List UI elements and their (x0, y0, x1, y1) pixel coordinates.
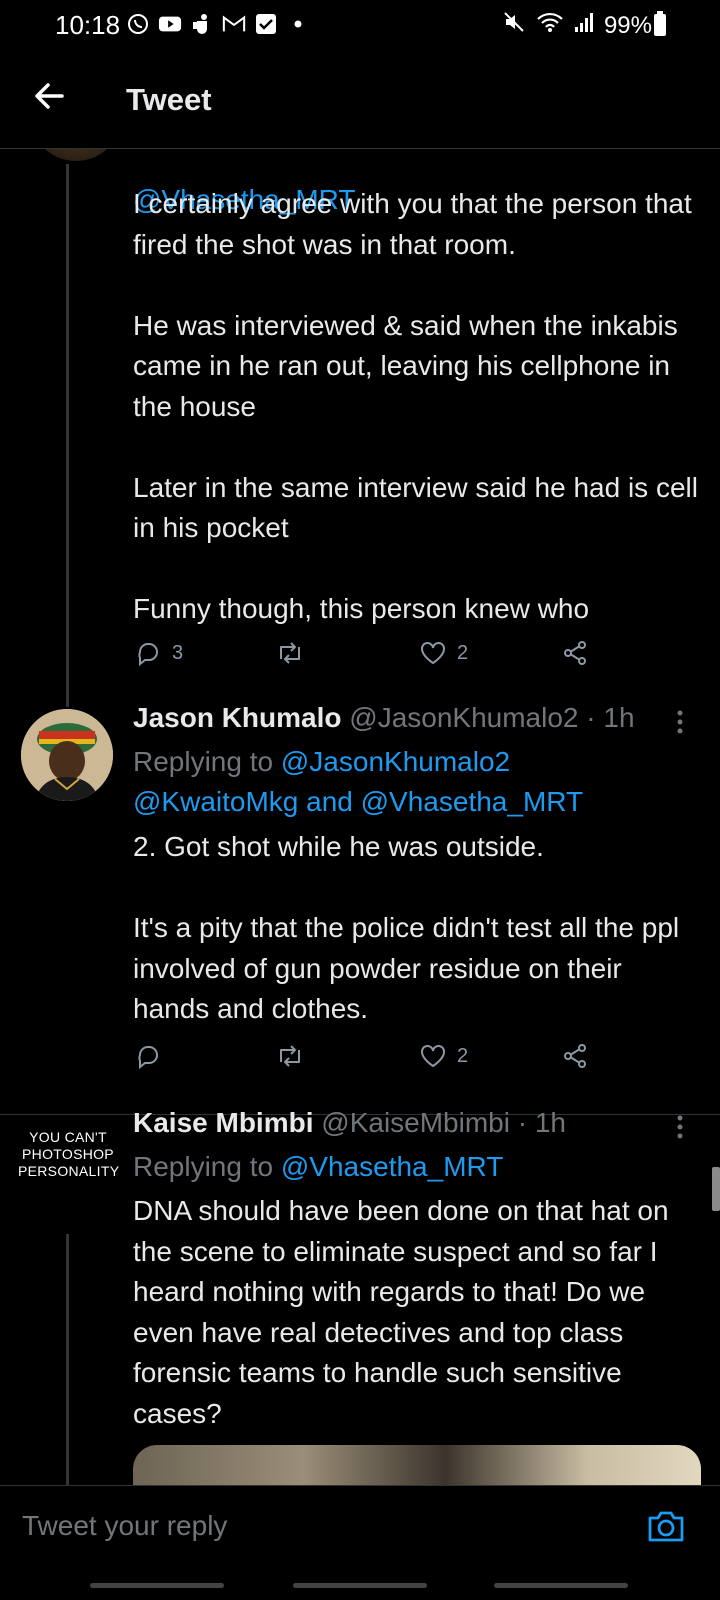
dot-icon (286, 12, 310, 36)
more-options-button[interactable] (676, 1114, 684, 1140)
camera-button[interactable] (646, 1506, 686, 1546)
status-bar: 10:18 99% (0, 0, 720, 52)
replying-mention[interactable]: @JasonKhumalo2 (281, 746, 510, 777)
tweet-author[interactable]: Jason Khumalo @JasonKhumalo2 · 1h (133, 702, 635, 734)
tweet-actions: 2 (134, 1042, 589, 1070)
reply-button[interactable]: 3 (134, 639, 274, 667)
notification-icons (126, 12, 310, 36)
replying-to: Replying to @JasonKhumalo2 (133, 746, 511, 777)
thread-line (66, 1234, 69, 1485)
more-vertical-icon (677, 1115, 683, 1139)
retweet-button[interactable] (274, 1042, 419, 1070)
teams-icon (190, 12, 214, 36)
avatar[interactable]: YOU CAN'T PHOTOSHOP PERSONALITY (18, 1129, 120, 1180)
status-time: 10:18 (55, 10, 121, 40)
comment-icon (138, 643, 158, 667)
avatar-logo-text: YOU CAN'T PHOTOSHOP PERSONALITY (18, 1129, 120, 1179)
author-handle: @JasonKhumalo2 · 1h (349, 702, 635, 733)
arrow-left-icon (35, 83, 64, 109)
battery-icon (654, 11, 666, 36)
system-icons: 99% (502, 10, 652, 41)
header: Tweet (0, 52, 720, 149)
replying-mention[interactable]: @Vhasetha_MRT (281, 1151, 503, 1182)
home-button[interactable] (293, 1583, 427, 1588)
tweet-author[interactable]: Kaise Mbimbi @KaiseMbimbi · 1h (133, 1107, 566, 1139)
tweet-thread[interactable]: @Vhasetha_MRT I certainly agree with you… (0, 149, 720, 1485)
scrollbar[interactable] (712, 1167, 720, 1211)
signal-icon (574, 11, 594, 40)
mute-icon (502, 10, 526, 41)
check-icon (254, 12, 278, 36)
share-button[interactable] (561, 1042, 589, 1070)
retweet-button[interactable] (274, 639, 419, 667)
recent-apps-button[interactable] (90, 1583, 224, 1588)
wifi-icon (536, 11, 564, 40)
retweet-icon (280, 642, 300, 664)
avatar[interactable] (30, 149, 122, 161)
system-nav-bar (0, 1565, 720, 1600)
author-name: Kaise Mbimbi (133, 1107, 314, 1138)
media-preview[interactable] (133, 1445, 701, 1485)
like-button[interactable]: 2 (419, 1042, 561, 1070)
tweet-text: I certainly agree with you that the pers… (133, 188, 698, 624)
gmail-icon (222, 12, 246, 36)
tweet-text: 2. Got shot while he was outside. It's a… (133, 831, 680, 1024)
retweet-icon (280, 1045, 300, 1067)
battery-percent: 99% (603, 11, 652, 39)
share-button[interactable] (561, 639, 589, 667)
back-nav-button[interactable] (494, 1583, 628, 1588)
camera-icon (648, 1511, 684, 1542)
thread-line (66, 164, 69, 707)
replying-to-line2[interactable]: @KwaitoMkg and @Vhasetha_MRT (133, 782, 693, 822)
heart-icon (421, 642, 445, 665)
reply-count: 3 (172, 641, 184, 664)
whatsapp-icon (126, 12, 150, 36)
more-vertical-icon (677, 710, 683, 734)
like-button[interactable]: 2 (419, 639, 561, 667)
author-handle: @KaiseMbimbi · 1h (321, 1107, 566, 1138)
youtube-icon (158, 12, 182, 36)
tweet-actions: 3 2 (134, 639, 589, 667)
back-button[interactable] (28, 74, 72, 118)
like-count: 2 (457, 1044, 469, 1067)
replying-to: Replying to @Vhasetha_MRT (133, 1151, 504, 1182)
reply-bar (0, 1485, 720, 1566)
like-count: 2 (457, 641, 469, 664)
heart-icon (421, 1045, 445, 1068)
author-name: Jason Khumalo (133, 702, 342, 733)
reply-input[interactable] (20, 1500, 624, 1552)
more-options-button[interactable] (676, 709, 684, 735)
reply-button[interactable] (134, 1042, 274, 1070)
page-title: Tweet (126, 82, 212, 117)
tweet-text: DNA should have been done on that hat on… (133, 1195, 669, 1429)
avatar[interactable] (21, 709, 113, 801)
share-icon (564, 641, 586, 665)
share-icon (564, 1044, 586, 1068)
comment-icon (138, 1046, 158, 1070)
